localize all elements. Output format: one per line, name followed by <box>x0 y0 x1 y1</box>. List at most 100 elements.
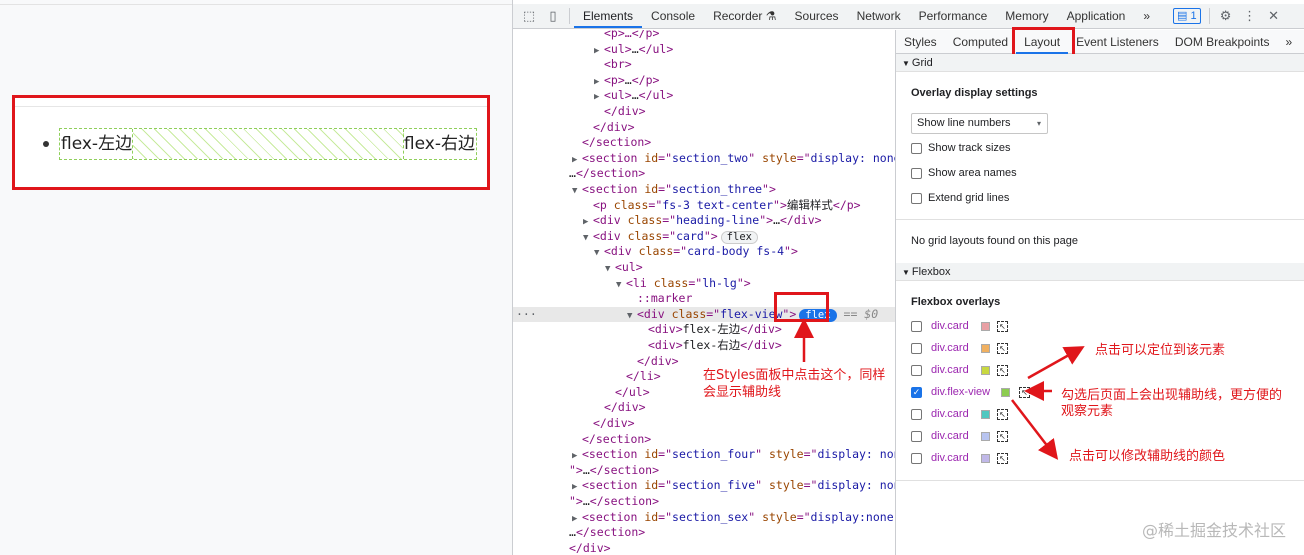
gear-icon[interactable]: ⚙ <box>1214 8 1238 24</box>
track-sizes-checkbox[interactable] <box>911 143 922 154</box>
dom-node[interactable]: ▶ <ul>…</ul> <box>513 88 673 104</box>
dom-node[interactable]: ▼ <ul> <box>513 260 643 276</box>
dom-node[interactable]: ▶ <section id="section_five" style="displ… <box>513 478 895 494</box>
tab-application[interactable]: Application <box>1058 4 1135 28</box>
reveal-element-icon[interactable]: ↖ <box>1019 387 1030 398</box>
node-ellipsis-icon[interactable]: ··· <box>516 307 537 323</box>
reveal-element-icon[interactable]: ↖ <box>997 365 1008 376</box>
reveal-element-icon[interactable]: ↖ <box>997 431 1008 442</box>
overlay-color-swatch[interactable] <box>981 432 990 441</box>
inspect-icon[interactable]: ⬚ <box>517 8 541 24</box>
dom-node[interactable]: …</section> <box>513 525 645 541</box>
dom-node[interactable]: </div> <box>513 400 646 416</box>
device-icon[interactable]: ▯ <box>541 8 565 24</box>
reveal-element-icon[interactable]: ↖ <box>997 409 1008 420</box>
dom-node[interactable]: </ul> <box>513 385 650 401</box>
overlay-color-swatch[interactable] <box>981 454 990 463</box>
tab-computed[interactable]: Computed <box>945 30 1016 54</box>
dom-node[interactable]: ▶ <section id="section_two" style="displa… <box>513 151 895 167</box>
dom-node[interactable]: </div> <box>513 120 635 136</box>
flex-overlay-element-link[interactable]: div.card <box>931 408 969 420</box>
dom-node[interactable]: ">…</section> <box>513 494 659 510</box>
dom-node-markup: ">…</section> <box>569 494 660 508</box>
more-vert-icon[interactable]: ⋮ <box>1238 8 1262 24</box>
flex-overlay-checkbox[interactable]: ✓ <box>911 387 922 398</box>
dom-node[interactable]: <p class="fs-3 text-center">编辑样式</p> <box>513 198 861 214</box>
messages-badge[interactable]: ▤ 1 <box>1173 8 1201 24</box>
dom-node[interactable]: </div> <box>513 104 646 120</box>
flex-overlay-element-link[interactable]: div.card <box>931 430 969 442</box>
flex-overlay-checkbox[interactable] <box>911 321 922 332</box>
dom-node[interactable]: <p>…</p> <box>513 30 659 42</box>
dom-node[interactable]: ::marker <box>513 291 692 307</box>
flex-view-container[interactable]: flex-左边 flex-右边 <box>59 128 477 160</box>
line-numbers-select[interactable]: Show line numbers ▾ <box>911 113 1048 134</box>
tab-console[interactable]: Console <box>642 4 704 28</box>
overlay-color-swatch[interactable] <box>981 344 990 353</box>
highlighted-card: flex-左边 flex-右边 <box>12 95 490 190</box>
tab-styles[interactable]: Styles <box>896 30 945 54</box>
more-tabs-button[interactable]: » <box>1134 4 1159 28</box>
dom-node[interactable]: </div> <box>513 416 635 432</box>
dom-node[interactable]: ▼ <li class="lh-lg"> <box>513 276 751 292</box>
dom-node[interactable]: ▶ <section id="section_sex" style="displa… <box>513 510 895 526</box>
overlay-color-swatch[interactable] <box>981 322 990 331</box>
dom-node[interactable]: ▼ <div class="card-body fs-4"> <box>513 244 798 260</box>
tab-memory[interactable]: Memory <box>996 4 1057 28</box>
flex-overlay-element-link[interactable]: div.card <box>931 364 969 376</box>
dom-node[interactable]: <div>flex-左边</div> <box>513 322 782 338</box>
flex-overlay-element-link[interactable]: div.card <box>931 452 969 464</box>
dom-node[interactable]: ▶ <p>…</p> <box>513 73 659 89</box>
list-marker <box>43 141 49 147</box>
dom-node[interactable]: …</section> <box>513 166 645 182</box>
dom-node[interactable]: ▶ <div class="heading-line">…</div> <box>513 213 822 229</box>
reveal-element-icon[interactable]: ↖ <box>997 453 1008 464</box>
grid-section-header[interactable]: ▼ Grid <box>896 54 1304 72</box>
dom-node-markup: </div> <box>593 119 635 134</box>
dom-node[interactable]: </section> <box>513 432 651 448</box>
dom-node[interactable]: </div> <box>513 541 611 555</box>
tab-event-listeners[interactable]: Event Listeners <box>1068 30 1167 54</box>
flex-overlay-checkbox[interactable] <box>911 431 922 442</box>
overlay-color-swatch[interactable] <box>981 366 990 375</box>
dom-node-selected[interactable]: ▼ <div class="flex-view"> flex == $0 ··· <box>513 306 895 323</box>
dom-node[interactable]: ▶ <section id="section_four" style="displ… <box>513 447 895 463</box>
dom-node[interactable]: ▼ <div class="card"> flex <box>513 229 758 245</box>
dom-node[interactable]: </section> <box>513 135 651 151</box>
reveal-element-icon[interactable]: ↖ <box>997 343 1008 354</box>
flex-overlay-checkbox[interactable] <box>911 365 922 376</box>
flex-overlay-checkbox[interactable] <box>911 453 922 464</box>
flex-overlay-element-link[interactable]: div.card <box>931 342 969 354</box>
overlay-color-swatch[interactable] <box>981 410 990 419</box>
more-sidebar-tabs[interactable]: » <box>1278 30 1301 54</box>
watermark: @稀土掘金技术社区 <box>1141 521 1286 540</box>
flex-overlay-element-link[interactable]: div.card <box>931 320 969 332</box>
flex-overlay-element-link[interactable]: div.flex-view <box>931 386 990 398</box>
dom-node[interactable]: ">…</section> <box>513 463 659 479</box>
dom-node[interactable]: <div>flex-右边</div> <box>513 338 782 354</box>
area-names-checkbox[interactable] <box>911 168 922 179</box>
reveal-element-icon[interactable]: ↖ <box>997 321 1008 332</box>
dom-node-markup: <div class="flex-view"> flex == $0 <box>637 306 879 322</box>
flex-overlay-checkbox[interactable] <box>911 343 922 354</box>
select-value: Show line numbers <box>917 117 1011 129</box>
tab-performance[interactable]: Performance <box>910 4 997 28</box>
dom-node-markup: <ul>…</ul> <box>604 88 674 103</box>
dom-node[interactable]: </div> <box>513 354 679 370</box>
tab-network[interactable]: Network <box>848 4 910 28</box>
dom-node[interactable]: ▶ <ul>…</ul> <box>513 42 673 58</box>
flex-overlay-checkbox[interactable] <box>911 409 922 420</box>
dom-node[interactable]: </li> <box>513 369 661 385</box>
page-preview: flex-左边 flex-右边 <box>0 0 512 555</box>
dom-node[interactable]: ▼ <section id="section_three"> <box>513 182 776 198</box>
elements-tree[interactable]: <p>…</p> ▶ <ul>…</ul> <br> ▶ <p>…</p> ▶ <ul>…</… <box>513 30 895 555</box>
dom-node[interactable]: <br> <box>513 57 632 73</box>
tab-sources[interactable]: Sources <box>786 4 848 28</box>
tab-dom-breakpoints[interactable]: DOM Breakpoints <box>1167 30 1278 54</box>
tab-elements[interactable]: Elements <box>574 4 643 28</box>
close-icon[interactable]: ✕ <box>1262 8 1286 24</box>
overlay-color-swatch[interactable] <box>1001 388 1010 397</box>
flexbox-section-header[interactable]: ▼ Flexbox <box>896 263 1304 281</box>
extend-lines-checkbox[interactable] <box>911 193 922 204</box>
tab-recorder[interactable]: Recorder ⚗ <box>704 4 785 28</box>
